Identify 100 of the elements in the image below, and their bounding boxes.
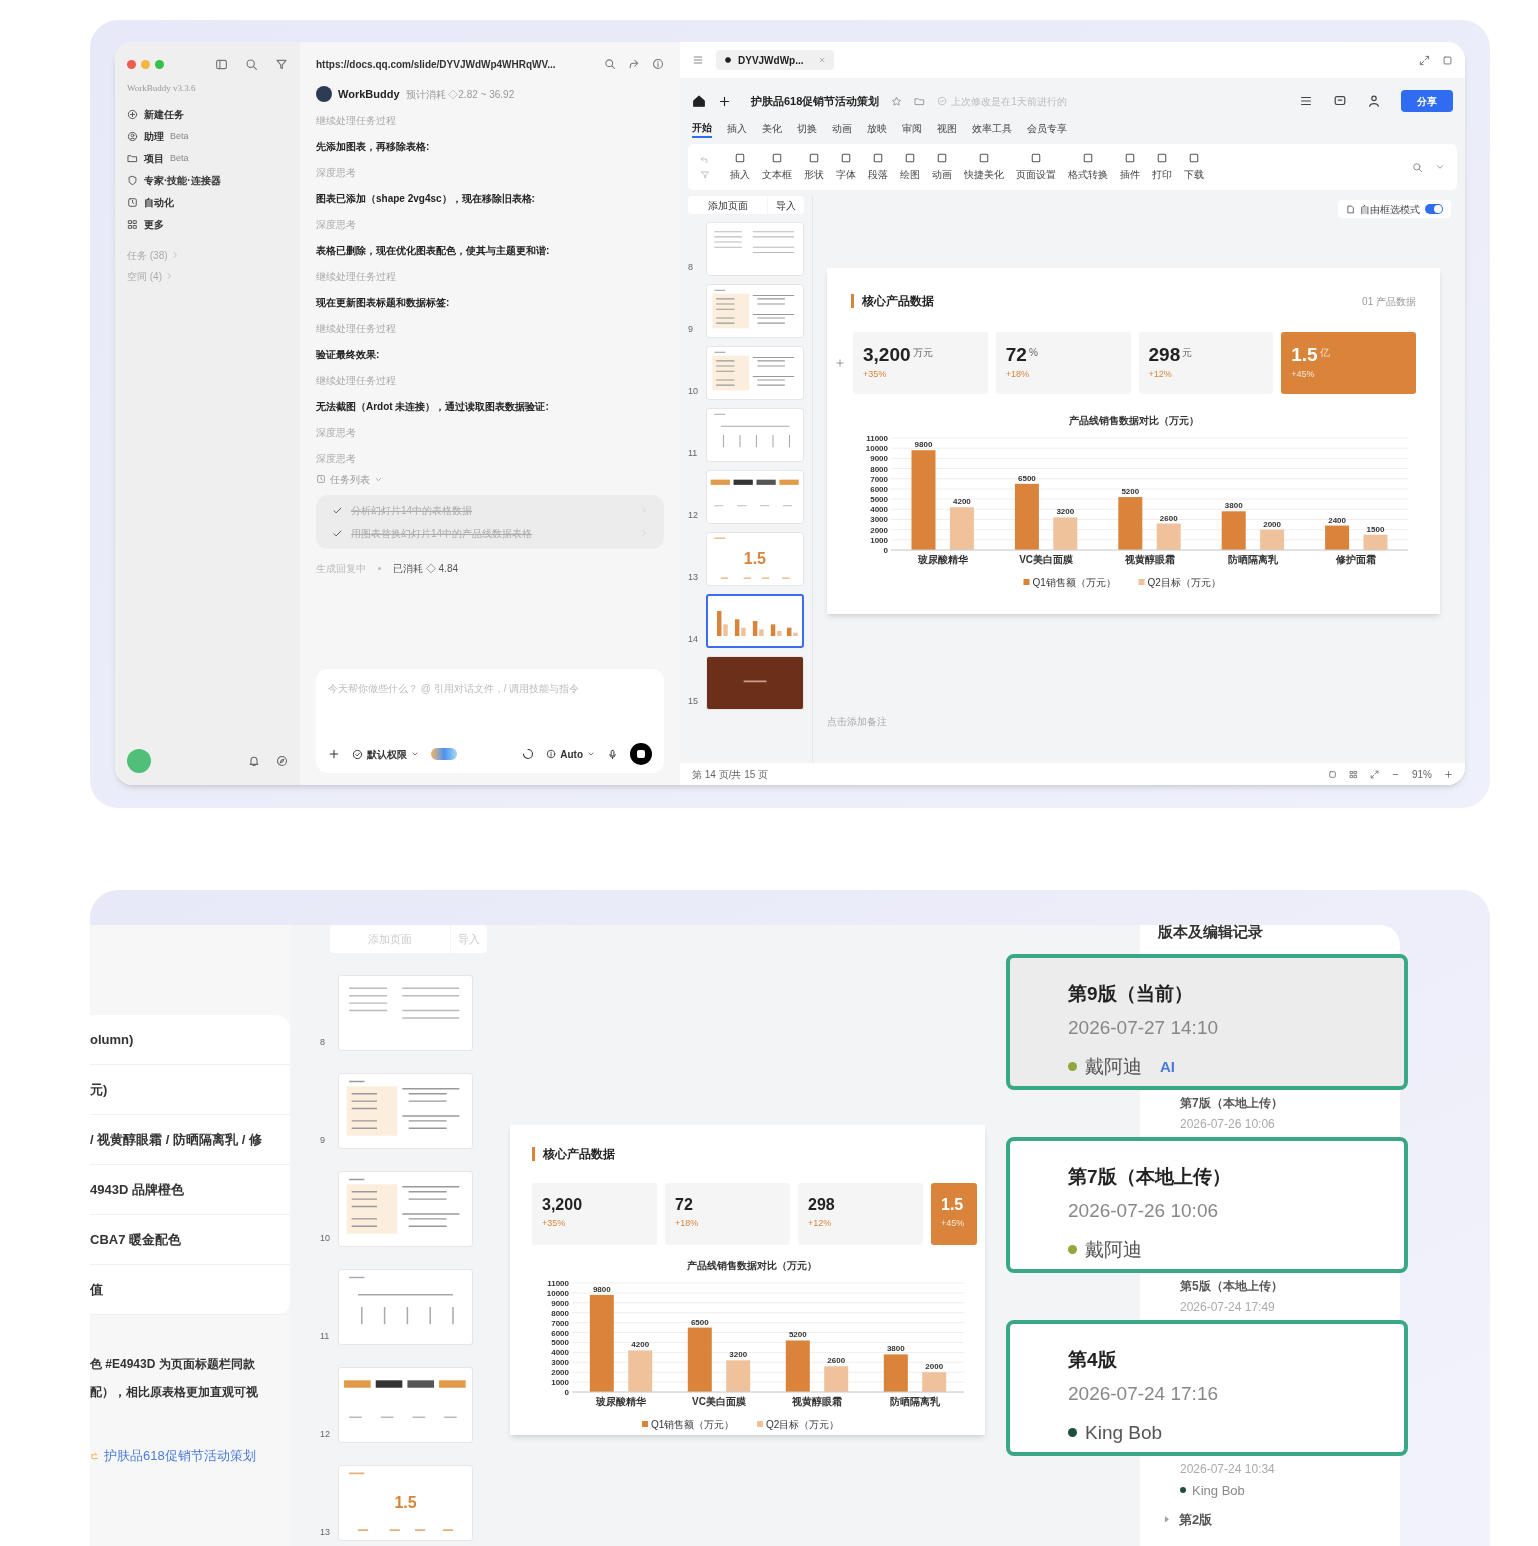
menu-tab[interactable]: 会员专享 <box>1027 118 1067 138</box>
toolbar-button[interactable]: 页面设置 <box>1016 152 1056 182</box>
kpi-unit: % <box>1028 345 1038 360</box>
menu-tab[interactable]: 审阅 <box>902 118 922 138</box>
status-text: 深度思考 <box>316 425 357 440</box>
toolbar-button[interactable]: 下载 <box>1184 152 1204 182</box>
chevron-down-icon[interactable] <box>1435 162 1445 172</box>
kpi-change: +35% <box>863 367 888 381</box>
toolbar-button[interactable]: 动画 <box>932 152 952 182</box>
menu-icon[interactable] <box>1299 94 1313 108</box>
add-page-button[interactable]: 添加页面 <box>688 196 767 214</box>
import-button[interactable]: 导入 <box>768 196 804 214</box>
menu-tab[interactable]: 放映 <box>867 118 887 138</box>
browser-tab[interactable]: DYVJWdWp... <box>716 50 834 70</box>
person-icon[interactable] <box>1367 94 1381 108</box>
slide-number: 9 <box>688 322 694 336</box>
menu-tab[interactable]: 效率工具 <box>972 118 1012 138</box>
sidebar-item[interactable]: 项目 Beta <box>127 147 288 170</box>
toolbar-button[interactable]: 打印 <box>1152 152 1172 182</box>
toolbar-button[interactable]: 字体 <box>836 152 856 182</box>
version-card[interactable]: 第9版（当前） 2026-07-27 14:10 戴阿迪 AI <box>1006 953 1408 1090</box>
slide-thumbnail[interactable] <box>705 594 804 648</box>
zoom-in-icon[interactable] <box>1444 769 1453 779</box>
version-time: 2026-07-24 10:34 <box>1180 1460 1276 1478</box>
axis-tick-label: 8000 <box>870 464 888 474</box>
version-card[interactable]: 第7版（本地上传） 2026-07-26 10:06 戴阿迪 <box>1006 1136 1408 1273</box>
menu-tab[interactable]: 视图 <box>937 118 957 138</box>
permission-dropdown[interactable]: 默认权限 <box>352 746 419 762</box>
folder-icon[interactable] <box>914 95 926 107</box>
microphone-icon[interactable] <box>607 748 618 760</box>
menu-tab[interactable]: 动画 <box>832 118 852 138</box>
expand-icon[interactable] <box>1419 54 1430 66</box>
fit-icon[interactable] <box>1370 769 1379 779</box>
kpi-change: +45% <box>1291 367 1316 381</box>
chart-bar <box>1221 511 1246 550</box>
toolbar-button[interactable]: 快捷美化 <box>964 152 1004 182</box>
toolbar-button[interactable]: 段落 <box>868 152 888 182</box>
sidebar-item[interactable]: 专家·技能·连接器 <box>127 169 288 192</box>
toolbar-button[interactable]: 形状 <box>804 152 824 182</box>
search-icon[interactable] <box>245 57 258 71</box>
toolbar-button[interactable]: 插件 <box>1120 152 1140 182</box>
compass-icon[interactable] <box>276 755 288 767</box>
axis-tick-label: 4000 <box>870 505 888 515</box>
menu-tab[interactable]: 开始 <box>692 118 712 138</box>
axis-tick-label: 6000 <box>870 484 888 494</box>
window-icon[interactable] <box>1442 54 1453 66</box>
axis-tick-label: 7000 <box>551 1318 569 1328</box>
free-select-toggle[interactable]: 自由框选模式 <box>1338 200 1451 218</box>
version-title: 第9版（当前） <box>1068 981 1194 1006</box>
plus-icon[interactable] <box>718 94 731 108</box>
plus-icon[interactable] <box>328 748 340 760</box>
sender-name: WorkBuddy <box>338 87 400 102</box>
thumbnail-stat: 1.5 <box>743 549 766 569</box>
star-icon[interactable] <box>891 95 903 107</box>
menu-tab[interactable]: 美化 <box>762 118 782 138</box>
version-title: 第7版（本地上传） <box>1180 1094 1284 1112</box>
section-label: 01 产品数据 <box>1362 294 1416 309</box>
sidebar-item[interactable]: 新建任务 <box>127 103 288 126</box>
axis-tick-label: 0 <box>564 1388 569 1397</box>
status-text: 继续处理任务过程 <box>316 113 397 128</box>
table-cell-text: / 视黄醇眼霜 / 防晒隔离乳 / 修 <box>90 1130 262 1149</box>
bell-icon[interactable] <box>248 755 260 767</box>
data-label: 4200 <box>631 1340 650 1350</box>
document-link[interactable]: 护肤品618促销节活动策划 <box>90 1446 290 1466</box>
filter-icon[interactable] <box>275 57 288 71</box>
axis-tick-label: 6000 <box>551 1328 569 1338</box>
sidebar-toggle-icon[interactable] <box>215 57 228 71</box>
sidebar-item[interactable]: 自动化 <box>127 191 288 214</box>
sidebar-item[interactable]: 更多 <box>127 213 288 236</box>
share-button[interactable]: 分享 <box>1401 90 1453 112</box>
home-icon[interactable] <box>692 94 706 108</box>
stop-button[interactable] <box>630 743 652 765</box>
grid-icon[interactable] <box>1349 769 1358 779</box>
sidebar-icon <box>127 197 138 208</box>
model-dropdown[interactable]: Auto <box>546 746 595 762</box>
toolbar-button[interactable]: 格式转换 <box>1068 152 1108 182</box>
cost-estimate: 预计消耗 ◇2.82 ~ 36.92 <box>405 87 515 102</box>
toggle-switch[interactable] <box>1425 204 1443 214</box>
sidebar-item[interactable]: 助理 Beta <box>127 125 288 148</box>
version-card[interactable]: 第4版 2026-07-24 17:16 King Bob <box>1006 1319 1408 1456</box>
avatar[interactable] <box>127 749 151 773</box>
toolbar-button[interactable]: 文本框 <box>762 152 792 182</box>
message-text: 无法截图（Ardot 未连接），通过读取图表数据验证: <box>316 399 550 414</box>
menu-tab[interactable]: 插入 <box>727 118 747 138</box>
axis-tick-label: 4000 <box>551 1348 569 1358</box>
version-group[interactable]: 第2版 <box>1158 1504 1400 1530</box>
search-icon[interactable] <box>1412 161 1423 173</box>
chart-bar <box>1014 483 1039 550</box>
close-icon[interactable] <box>817 56 826 64</box>
toolbar-button[interactable]: 插入 <box>730 152 750 182</box>
info-icon[interactable] <box>652 58 664 70</box>
notes-icon[interactable] <box>1328 769 1337 779</box>
beta-label: Beta <box>170 151 189 165</box>
comment-icon[interactable] <box>1333 94 1347 108</box>
title-accent-bar <box>851 294 854 308</box>
menu-tab[interactable]: 切换 <box>797 118 817 138</box>
author-name: King Bob <box>1085 1420 1163 1445</box>
share-icon[interactable] <box>628 58 640 70</box>
toolbar-button[interactable]: 绘图 <box>900 152 920 182</box>
search-icon[interactable] <box>604 58 616 70</box>
